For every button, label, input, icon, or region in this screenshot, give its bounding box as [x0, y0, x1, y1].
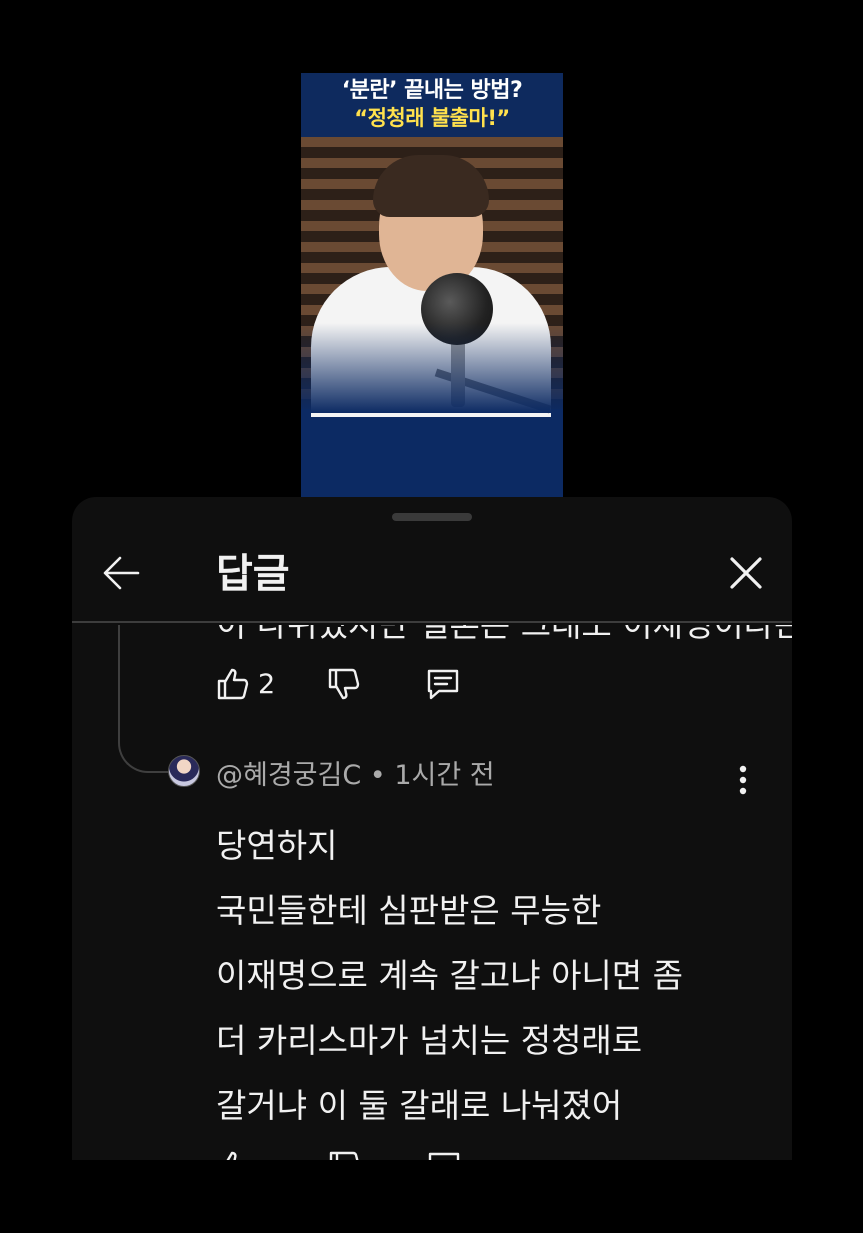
host-hair: [373, 155, 489, 217]
sheet-header: 답글: [72, 533, 792, 623]
dislike-button[interactable]: [327, 664, 361, 704]
video-caption-line1: ‘분란’ 끝내는 방법?: [341, 78, 523, 103]
like-button[interactable]: 2: [216, 664, 275, 704]
reply-button[interactable]: [425, 664, 461, 704]
thread-connector: [118, 625, 170, 773]
thumbs-down-icon: [329, 1151, 359, 1160]
reply-meta: @혜경궁김C • 1시간 전: [216, 759, 495, 793]
reply-line: 국민들한테 심판받은 무능한: [216, 891, 602, 930]
arrow-left-icon: [103, 556, 140, 590]
like-button[interactable]: [216, 1147, 250, 1160]
back-button[interactable]: [100, 551, 144, 595]
previous-reply-actions: 2: [216, 664, 461, 704]
reply-text: 당연하지 국민들한테 심판받은 무능한 이재명으로 계속 갈고냐 아니면 좀 더…: [216, 813, 683, 1138]
like-count: 2: [258, 668, 276, 700]
close-button[interactable]: [724, 551, 768, 595]
video-player[interactable]: ‘분란’ 끝내는 방법? “정청래 불출마!”: [301, 73, 563, 497]
previous-reply-text: 이 나뉘었지만 결론은 그래도 이재명이라는: [216, 625, 792, 647]
video-caption-line2: “정청래 불출마!”: [354, 106, 510, 130]
reply-actions: [216, 1147, 462, 1160]
more-vertical-icon: [739, 765, 747, 795]
reply-line: 갈거냐 이 둘 갈래로 나눠졌어: [216, 1086, 623, 1125]
reply-line: 당연하지: [216, 826, 338, 865]
reply-button[interactable]: [426, 1147, 462, 1160]
more-options-button[interactable]: [728, 763, 758, 799]
screen: ‘분란’ 끝내는 방법? “정청래 불출마!” 답글 이 나뉘었지만 결론은 그…: [0, 0, 863, 1233]
close-icon: [730, 557, 762, 589]
drag-handle[interactable]: [392, 513, 472, 521]
replies-sheet: 답글 이 나뉘었지만 결론은 그래도 이재명이라는 2: [72, 497, 792, 1160]
page-title: 답글: [216, 551, 290, 597]
video-caption: ‘분란’ 끝내는 방법? “정청래 불출마!”: [301, 73, 563, 137]
thumbs-up-icon: [217, 668, 249, 700]
comment-icon: [427, 669, 459, 700]
video-fade: [301, 323, 563, 413]
replies-list[interactable]: 이 나뉘었지만 결론은 그래도 이재명이라는 2: [72, 625, 792, 1160]
timestamp: 1시간 전: [394, 760, 495, 791]
comment-icon: [428, 1152, 460, 1160]
reply-line: 이재명으로 계속 갈고냐 아니면 좀: [216, 956, 683, 995]
thumbs-down-icon: [328, 668, 360, 700]
thumbs-up-icon: [226, 1151, 237, 1160]
dislike-button[interactable]: [328, 1147, 362, 1160]
author-name[interactable]: @혜경궁김C: [216, 760, 361, 791]
reply-line: 더 카리스마가 넘치는 정청래로: [216, 1021, 643, 1060]
avatar[interactable]: [168, 755, 200, 787]
meta-separator: •: [361, 760, 395, 791]
